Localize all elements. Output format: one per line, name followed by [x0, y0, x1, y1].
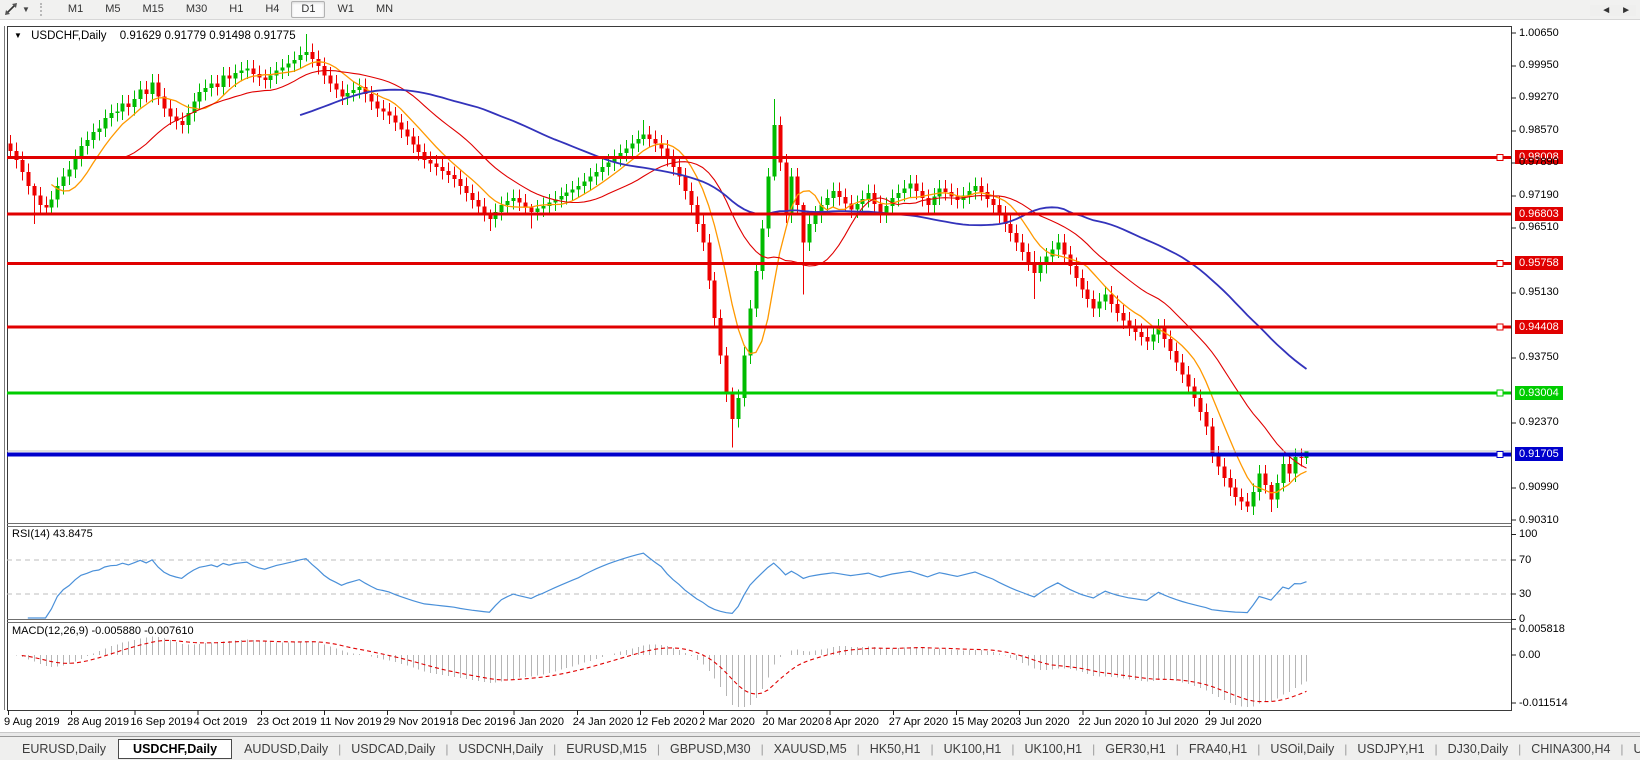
level-price-badge: 0.91705: [1515, 447, 1563, 462]
chart-tab-gbpusd-6[interactable]: GBPUSD,M30: [660, 740, 761, 758]
date-axis-label: 23 Oct 2019: [256, 716, 317, 728]
chart-tab-usoil-13[interactable]: USOil,Daily: [1260, 740, 1344, 758]
macd-axis-tick: -0.011514: [1519, 696, 1568, 709]
chart-dropdown-icon[interactable]: ▼: [14, 31, 22, 40]
date-axis-label: 10 Jul 2020: [1141, 716, 1199, 728]
date-axis-label: 12 Feb 2020: [636, 716, 698, 728]
chart-tab-usdchf-1[interactable]: USDCHF,Daily: [118, 738, 233, 759]
chart-tab-eurusd-5[interactable]: EURUSD,M15: [556, 740, 657, 758]
chart-tab-china300-16[interactable]: CHINA300,H4: [1521, 740, 1620, 758]
chart-tab-audusd-2[interactable]: AUDUSD,Daily: [234, 740, 338, 758]
level-price-badge: 0.94408: [1515, 319, 1563, 334]
rsi-axis-tick: 100: [1519, 528, 1538, 540]
date-axis-label: 3 Jun 2020: [1015, 716, 1070, 728]
candlestick-chart-canvas[interactable]: [0, 0, 1640, 760]
price-axis-tick: 0.99270: [1519, 91, 1559, 104]
price-axis-tick: 0.97890: [1519, 156, 1559, 169]
date-axis-label: 29 Jul 2020: [1204, 716, 1262, 728]
chart-tab-fra40-12[interactable]: FRA40,H1: [1179, 740, 1257, 758]
chart-tab-usdcnh-4[interactable]: USDCNH,Daily: [448, 740, 553, 758]
date-axis-label: 11 Nov 2019: [320, 716, 382, 728]
level-price-badge: 0.95758: [1515, 256, 1563, 271]
macd-axis-tick: 0.00: [1519, 648, 1541, 661]
price-axis-tick: 0.92370: [1519, 416, 1559, 429]
price-axis-tick: 0.98570: [1519, 124, 1559, 137]
tab-scroll-left-button[interactable]: ◄: [1601, 5, 1611, 16]
price-axis-tick: 0.97190: [1519, 189, 1559, 202]
date-axis-label: 28 Aug 2019: [67, 716, 129, 728]
chart-tab-usdcad-3[interactable]: USDCAD,Daily: [341, 740, 445, 758]
price-axis-tick: 0.93750: [1519, 351, 1559, 364]
date-axis-label: 20 Mar 2020: [762, 716, 825, 728]
date-axis-label: 27 Apr 2020: [888, 716, 949, 728]
date-axis-label: 18 Dec 2019: [446, 716, 509, 728]
chart-title: ▼ USDCHF,Daily 0.91629 0.91779 0.91498 0…: [14, 30, 296, 42]
chart-tab-uk100-10[interactable]: UK100,H1: [1014, 740, 1092, 758]
chart-tab-usoil-17[interactable]: USOil,H1: [1624, 740, 1640, 758]
tab-scroll-arrows: ◄ ►: [1590, 5, 1636, 16]
tab-scroll-right-button[interactable]: ►: [1621, 5, 1631, 16]
rsi-label: RSI(14) 43.8475: [12, 528, 93, 540]
level-price-badge: 0.93004: [1515, 386, 1563, 401]
date-axis-label: 2 Mar 2020: [699, 716, 755, 728]
date-axis-label: 15 May 2020: [952, 716, 1016, 728]
price-axis-tick: 0.90990: [1519, 481, 1559, 494]
macd-axis-tick: 0.005818: [1519, 622, 1565, 635]
price-axis-tick: 0.95130: [1519, 286, 1559, 299]
chart-tab-usdjpy-14[interactable]: USDJPY,H1: [1347, 740, 1434, 758]
chart-tab-bar: EURUSD,Daily USDCHF,Daily AUDUSD,Daily | USD…: [0, 736, 1640, 760]
rsi-axis-tick: 30: [1519, 587, 1532, 600]
price-axis-tick: 0.96510: [1519, 221, 1559, 234]
date-axis-label: 4 Oct 2019: [193, 716, 248, 728]
chart-ohlc-quote: 0.91629 0.91779 0.91498 0.91775: [119, 30, 296, 42]
date-axis-label: 16 Sep 2019: [130, 716, 193, 728]
price-axis-tick: 1.00650: [1519, 26, 1559, 39]
level-price-badge: 0.96803: [1515, 207, 1563, 222]
date-axis-label: 8 Apr 2020: [825, 716, 879, 728]
date-axis-label: 24 Jan 2020: [572, 716, 634, 728]
price-axis-tick: 0.99950: [1519, 59, 1559, 72]
chart-tab-xauusd-7[interactable]: XAUUSD,M5: [764, 740, 857, 758]
chart-tab-eurusd-0[interactable]: EURUSD,Daily: [12, 740, 116, 758]
date-axis-label: 22 Jun 2020: [1078, 716, 1139, 728]
rsi-axis-tick: 70: [1519, 553, 1532, 566]
date-axis-label: 9 Aug 2019: [4, 716, 60, 728]
chart-symbol-period: USDCHF,Daily: [31, 30, 107, 42]
chart-tab-dj30-15[interactable]: DJ30,Daily: [1438, 740, 1518, 758]
price-axis-tick: 0.90310: [1519, 513, 1559, 526]
date-axis-label: 6 Jan 2020: [509, 716, 565, 728]
chart-tab-uk100-9[interactable]: UK100,H1: [934, 740, 1012, 758]
chart-tab-hk50-8[interactable]: HK50,H1: [860, 740, 931, 758]
date-axis-label: 29 Nov 2019: [383, 716, 446, 728]
mt4-window: ▼ M1 M5 M15 M30 H1 H4 D1 W1 MN ▼ USDCHF,Daily 0.…: [0, 0, 1640, 760]
chart-tab-ger30-11[interactable]: GER30,H1: [1095, 740, 1175, 758]
macd-label: MACD(12,26,9) -0.005880 -0.007610: [12, 625, 194, 637]
